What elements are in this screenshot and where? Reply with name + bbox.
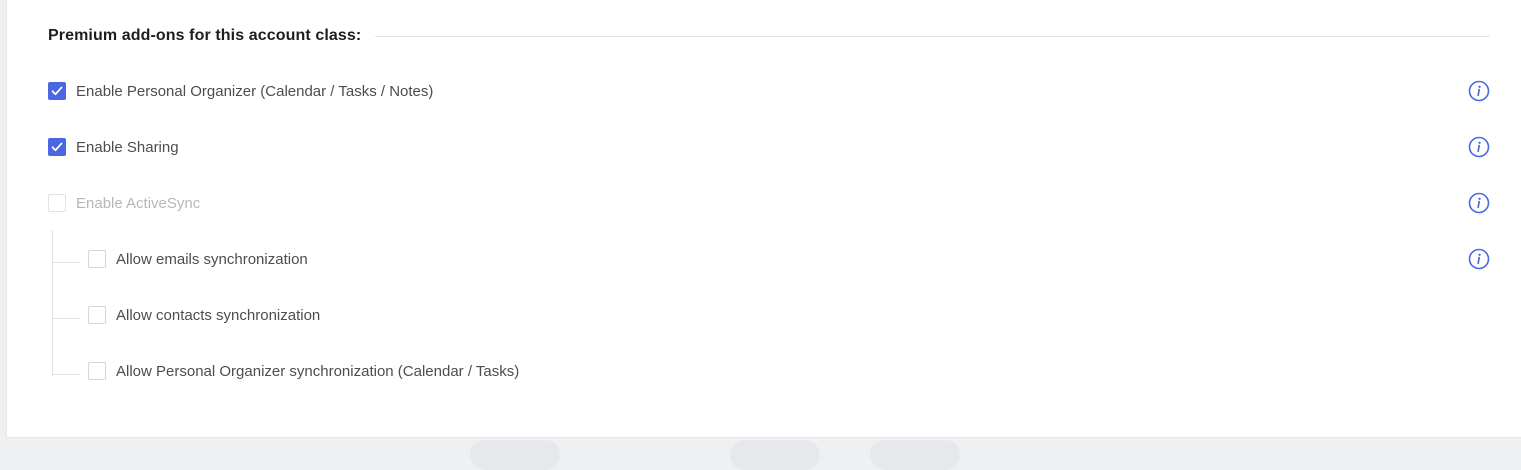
organizer-sync-checkbox[interactable] — [88, 362, 106, 380]
tree-connector-branch — [52, 318, 80, 319]
sharing-checkbox[interactable] — [48, 138, 66, 156]
tree-connector-branch — [52, 262, 80, 263]
personal-organizer-label: Enable Personal Organizer (Calendar / Ta… — [76, 82, 434, 100]
info-icon[interactable] — [1468, 136, 1490, 158]
emails-sync-checkbox[interactable] — [88, 250, 106, 268]
tree-connector-vertical — [52, 230, 53, 376]
info-icon[interactable] — [1468, 80, 1490, 102]
section-title: Premium add-ons for this account class: — [48, 27, 362, 44]
organizer-sync-label: Allow Personal Organizer synchronization… — [116, 362, 520, 380]
background-decoration — [870, 440, 960, 470]
option-sharing[interactable]: Enable Sharing — [48, 136, 179, 158]
background-decoration — [470, 440, 560, 470]
sharing-label: Enable Sharing — [76, 138, 179, 156]
personal-organizer-checkbox[interactable] — [48, 82, 66, 100]
contacts-sync-checkbox[interactable] — [88, 306, 106, 324]
background-decoration — [730, 440, 820, 470]
section-divider — [375, 35, 1490, 37]
info-icon[interactable] — [1468, 192, 1490, 214]
activesync-checkbox[interactable] — [48, 194, 66, 212]
option-activesync[interactable]: Enable ActiveSync — [48, 192, 200, 214]
emails-sync-label: Allow emails synchronization — [116, 250, 308, 268]
checkmark-icon — [51, 86, 63, 96]
tree-connector-branch — [52, 374, 80, 375]
activesync-label: Enable ActiveSync — [76, 194, 201, 212]
suboption-organizer-sync[interactable]: Allow Personal Organizer synchronization… — [88, 360, 519, 382]
suboption-emails-sync[interactable]: Allow emails synchronization — [88, 248, 308, 270]
addons-panel: Premium add-ons for this account class: … — [6, 0, 1521, 438]
info-icon[interactable] — [1468, 248, 1490, 270]
contacts-sync-label: Allow contacts synchronization — [116, 306, 321, 324]
section-header: Premium add-ons for this account class: — [48, 25, 1490, 47]
option-personal-organizer[interactable]: Enable Personal Organizer (Calendar / Ta… — [48, 80, 433, 102]
suboption-contacts-sync[interactable]: Allow contacts synchronization — [88, 304, 320, 326]
checkmark-icon — [51, 142, 63, 152]
